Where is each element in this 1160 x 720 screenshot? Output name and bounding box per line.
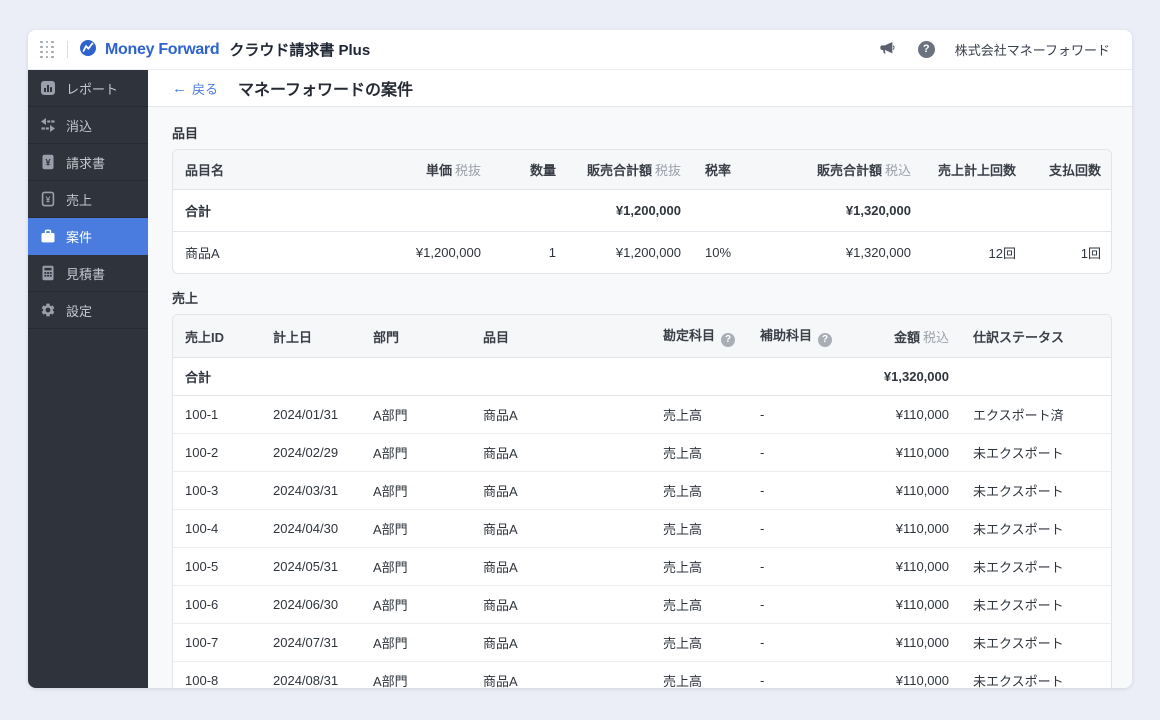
sales-row: 100-8 2024/08/31 A部門 商品A 売上高 - ¥110,000 未エクスポート — [173, 661, 1111, 688]
back-arrow-icon: ← — [172, 79, 187, 97]
status-label: 未エクスポート — [961, 585, 1111, 624]
svg-text:¥: ¥ — [45, 158, 51, 169]
col-unit-price: 単価 税抜 — [373, 150, 493, 190]
report-icon — [40, 80, 56, 96]
col-sales-count: 売上計上回数 — [923, 150, 1028, 190]
account-help-icon[interactable]: ? — [721, 333, 736, 347]
product-name: クラウド請求書 Plus — [229, 42, 371, 59]
sidebar-item-label: 請求書 — [66, 155, 106, 171]
sidebar-item-label: 案件 — [66, 229, 93, 245]
sales-table: 売上ID 計上日 部門 品目 勘定科目? 補助科目? 金額税込 仕訳ステータス — [172, 314, 1112, 688]
col-total-excl: 販売合計額 税抜 — [568, 150, 693, 190]
page-title-bar: ← 戻る マネーフォワードの案件 — [148, 70, 1132, 107]
invoice-icon: ¥ — [40, 154, 56, 170]
status-label: 未エクスポート — [961, 661, 1111, 688]
items-header-row: 品目名 単価 税抜 数量 販売合計額 税抜 税率 販売合計額 税込 売上計上回数 支払… — [173, 150, 1111, 190]
topbar-divider — [67, 41, 68, 58]
sales-header-row: 売上ID 計上日 部門 品目 勘定科目? 補助科目? 金額 税込 仕訳ステータス — [173, 315, 1111, 358]
sidebar: レポート 消込 ¥ 請求書 ¥ 売上 案件 見積書 設定 — [28, 70, 148, 688]
col-record-date: 計上日 — [261, 315, 361, 358]
moneyforward-logo-icon — [80, 40, 99, 59]
col-sales-id: 売上ID — [173, 315, 261, 358]
company-name: 株式会社マネーフォワード — [954, 43, 1110, 58]
col-tax-rate: 税率 — [693, 150, 773, 190]
sidebar-item-quotes[interactable]: 見積書 — [28, 255, 148, 292]
top-bar: Money Forward クラウド請求書 Plus ? 株式会社マネーフォワー… — [28, 30, 1132, 70]
sales-ledger-icon: ¥ — [40, 191, 56, 207]
app-window: Money Forward クラウド請求書 Plus ? 株式会社マネーフォワー… — [28, 30, 1132, 688]
status-label: 未エクスポート — [961, 471, 1111, 510]
col-sub-account: 補助科目? — [748, 315, 843, 358]
sidebar-item-projects[interactable]: 案件 — [28, 218, 148, 255]
col-total-incl: 販売合計額 税込 — [773, 150, 923, 190]
help-icon[interactable]: ? — [917, 41, 935, 58]
sales-row: 100-4 2024/04/30 A部門 商品A 売上高 - ¥110,000 未エクスポート — [173, 509, 1111, 548]
col-amount: 金額 税込 — [843, 315, 961, 358]
sidebar-item-label: 見積書 — [66, 266, 106, 282]
sales-row: 100-6 2024/06/30 A部門 商品A 売上高 - ¥110,000 未エクスポート — [173, 585, 1111, 624]
items-table: 品目名 単価 税抜 数量 販売合計額 税抜 税率 販売合計額 税込 売上計上回数 支払… — [172, 149, 1112, 274]
col-quantity: 数量 — [493, 150, 568, 190]
sales-row: 100-1 2024/01/31 A部門 商品A 売上高 - ¥110,000 エクスポート済 — [173, 395, 1111, 434]
back-button[interactable]: ← 戻る — [172, 79, 218, 98]
items-section-heading: 品目 — [172, 126, 199, 141]
back-label: 戻る — [192, 81, 219, 97]
sales-row: 100-5 2024/05/31 A部門 商品A 売上高 - ¥110,000 未エクスポート — [173, 547, 1111, 586]
page-title: マネーフォワードの案件 — [238, 82, 414, 99]
svg-text:¥: ¥ — [46, 194, 51, 204]
sidebar-item-settings[interactable]: 設定 — [28, 292, 148, 329]
sidebar-item-sales[interactable]: ¥ 売上 — [28, 181, 148, 218]
status-label: 未エクスポート — [961, 433, 1111, 472]
sidebar-item-label: 消込 — [66, 118, 93, 134]
sidebar-item-reconciliation[interactable]: 消込 — [28, 107, 148, 144]
sidebar-item-label: 設定 — [66, 303, 93, 319]
gear-icon — [40, 302, 56, 318]
sales-row: 100-2 2024/02/29 A部門 商品A 売上高 - ¥110,000 未エクスポート — [173, 433, 1111, 472]
sidebar-item-report[interactable]: レポート — [28, 70, 148, 107]
sales-section-heading: 売上 — [172, 291, 199, 306]
status-label: 未エクスポート — [961, 509, 1111, 548]
sales-row: 100-3 2024/03/31 A部門 商品A 売上高 - ¥110,000 未エクスポート — [173, 471, 1111, 510]
sidebar-item-label: 売上 — [66, 192, 93, 208]
col-journal-status: 仕訳ステータス — [961, 315, 1111, 358]
items-row: 商品A ¥1,200,000 1 ¥1,200,000 10% ¥1,320,0… — [185, 245, 1101, 261]
sub-account-help-icon[interactable]: ? — [818, 333, 833, 347]
col-account: 勘定科目? — [651, 315, 748, 358]
col-payment-count: 支払回数 — [1028, 150, 1111, 190]
sales-total-row: 合計 ¥1,320,000 — [173, 357, 1111, 396]
briefcase-icon — [40, 228, 56, 244]
col-item: 品目 — [471, 315, 651, 358]
status-label: 未エクスポート — [961, 547, 1111, 586]
col-item-name: 品目名 — [173, 150, 373, 190]
calculator-icon — [40, 265, 56, 281]
reconcile-icon — [40, 117, 56, 133]
main-content: 品目 品目名 単価 税抜 数量 販売合計額 税抜 税率 販売合計額 税込 売上計… — [148, 107, 1132, 688]
brand-name: Money Forward — [105, 40, 220, 58]
sidebar-item-invoices[interactable]: ¥ 請求書 — [28, 144, 148, 181]
status-label: エクスポート済 — [961, 395, 1111, 434]
app-grid-icon[interactable] — [40, 40, 55, 59]
col-department: 部門 — [361, 315, 471, 358]
sidebar-item-label: レポート — [66, 81, 119, 97]
brand-logo[interactable]: Money Forward クラウド請求書 Plus — [80, 39, 370, 60]
megaphone-icon[interactable] — [879, 40, 898, 59]
items-total-row: 合計 ¥1,200,000 ¥1,320,000 — [173, 189, 1111, 232]
sales-row: 100-7 2024/07/31 A部門 商品A 売上高 - ¥110,000 未エクスポート — [173, 623, 1111, 662]
status-label: 未エクスポート — [961, 623, 1111, 662]
